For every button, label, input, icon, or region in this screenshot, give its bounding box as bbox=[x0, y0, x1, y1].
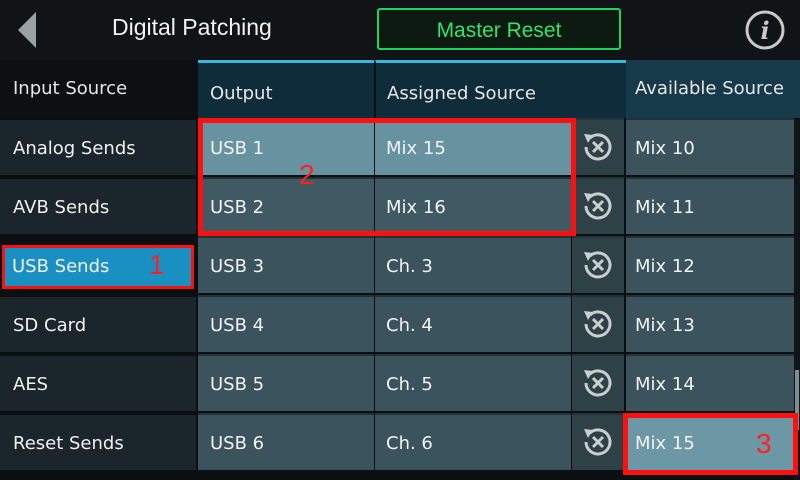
output-cell[interactable]: USB 1 bbox=[198, 118, 374, 175]
assigned-cell[interactable]: Ch. 4 bbox=[375, 295, 571, 352]
available-source-item[interactable]: Mix 10 bbox=[626, 118, 794, 175]
reset-x-icon bbox=[584, 310, 612, 338]
assigned-source-column-header: Assigned Source bbox=[375, 60, 626, 118]
master-reset-button[interactable]: Master Reset bbox=[377, 8, 621, 50]
assigned-cell[interactable]: Mix 15 bbox=[375, 118, 571, 175]
output-cell[interactable]: USB 3 bbox=[198, 236, 374, 293]
header-bar: Digital Patching Master Reset i bbox=[0, 0, 800, 60]
input-source-usb-sends[interactable]: USB Sends 1 bbox=[0, 236, 196, 293]
available-source-list: Available Source Mix 10 Mix 11 Mix 12 Mi… bbox=[626, 60, 800, 480]
reset-button[interactable] bbox=[572, 413, 624, 470]
input-source-reset-sends[interactable]: Reset Sends bbox=[0, 413, 196, 470]
input-source-label: Analog Sends bbox=[13, 138, 136, 159]
output-cell[interactable]: USB 5 bbox=[198, 354, 374, 411]
available-source-item[interactable]: Mix 11 bbox=[626, 177, 794, 234]
reset-button[interactable] bbox=[572, 354, 624, 411]
patch-table: Output Assigned Source USB 1 Mix 15 USB … bbox=[198, 60, 626, 480]
input-source-label: SD Card bbox=[13, 315, 87, 336]
input-source-label: AES bbox=[13, 374, 49, 395]
available-source-item[interactable]: Mix 14 bbox=[626, 354, 794, 411]
annotation-number: 1 bbox=[149, 249, 165, 280]
page-title: Digital Patching bbox=[112, 14, 272, 40]
assigned-cell[interactable]: Ch. 5 bbox=[375, 354, 571, 411]
assigned-cell[interactable]: Ch. 3 bbox=[375, 236, 571, 293]
input-source-label: AVB Sends bbox=[13, 197, 110, 218]
reset-button[interactable] bbox=[572, 295, 624, 352]
reset-button[interactable] bbox=[572, 118, 624, 175]
available-source-item[interactable]: Mix 13 bbox=[626, 295, 794, 352]
reset-button[interactable] bbox=[572, 177, 624, 234]
reset-x-icon bbox=[584, 192, 612, 220]
output-cell[interactable]: USB 2 bbox=[198, 177, 374, 234]
input-source-label: Reset Sends bbox=[13, 433, 124, 454]
assigned-cell[interactable]: Mix 16 bbox=[375, 177, 571, 234]
reset-x-icon bbox=[584, 428, 612, 456]
input-source-sd-card[interactable]: SD Card bbox=[0, 295, 196, 352]
output-cell[interactable]: USB 6 bbox=[198, 413, 374, 470]
input-source-aes[interactable]: AES bbox=[0, 354, 196, 411]
svg-text:i: i bbox=[760, 16, 769, 45]
available-source-item[interactable]: Mix 12 bbox=[626, 236, 794, 293]
available-source-item[interactable]: Mix 15 bbox=[626, 413, 794, 470]
input-source-avb-sends[interactable]: AVB Sends bbox=[0, 177, 196, 234]
reset-x-icon bbox=[584, 251, 612, 279]
available-source-header: Available Source bbox=[626, 60, 800, 118]
info-icon[interactable]: i bbox=[744, 9, 786, 51]
input-source-label: USB Sends bbox=[12, 256, 110, 277]
back-arrow-icon[interactable] bbox=[14, 10, 42, 50]
reset-x-icon bbox=[584, 133, 612, 161]
input-source-list: Input Source Analog Sends AVB Sends USB … bbox=[0, 60, 196, 480]
input-source-analog-sends[interactable]: Analog Sends bbox=[0, 118, 196, 175]
output-cell[interactable]: USB 4 bbox=[198, 295, 374, 352]
assigned-cell[interactable]: Ch. 6 bbox=[375, 413, 571, 470]
scrollbar-thumb[interactable] bbox=[795, 370, 799, 430]
output-column-header: Output bbox=[198, 60, 374, 118]
reset-button[interactable] bbox=[572, 236, 624, 293]
reset-x-icon bbox=[584, 369, 612, 397]
input-source-header: Input Source bbox=[0, 60, 196, 118]
